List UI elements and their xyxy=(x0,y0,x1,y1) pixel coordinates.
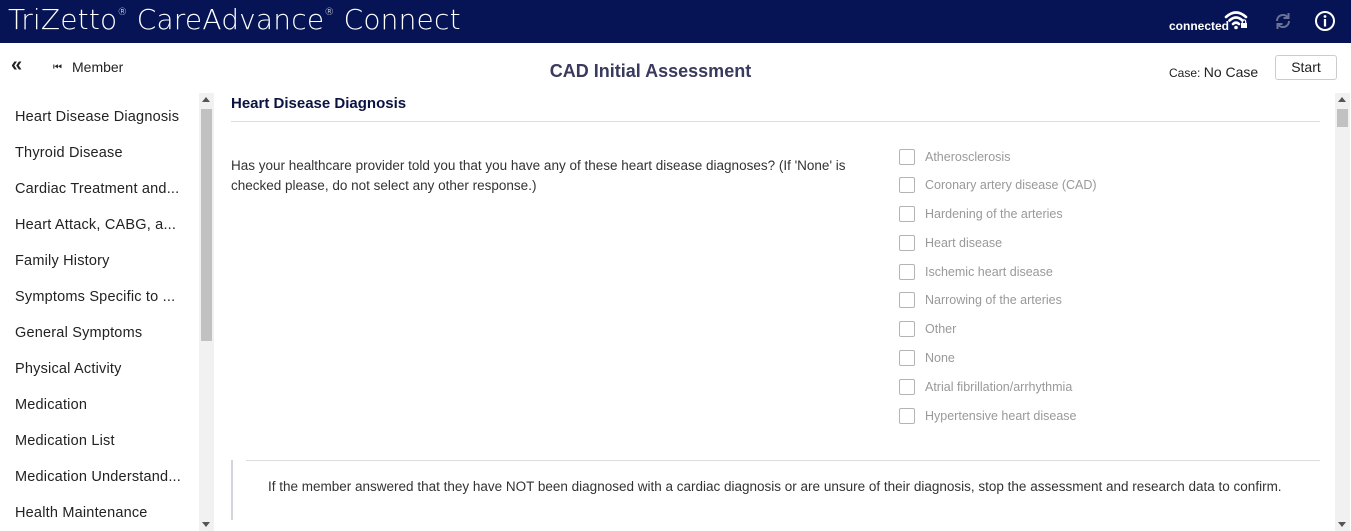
option-none[interactable]: None xyxy=(899,349,955,367)
app-brand: TriZetto® CareAdvance® Connect xyxy=(8,3,461,36)
case-indicator: Case: No Case xyxy=(1169,64,1258,80)
scroll-down-arrow[interactable] xyxy=(1338,522,1346,527)
option-label: Hypertensive heart disease xyxy=(925,409,1077,423)
checkbox[interactable] xyxy=(899,206,915,222)
brand-careadvance: CareAdvance xyxy=(127,3,325,36)
case-prefix: Case: xyxy=(1169,66,1201,80)
sidebar-item-medication[interactable]: Medication xyxy=(15,397,195,413)
checkbox[interactable] xyxy=(899,177,915,193)
case-value: No Case xyxy=(1203,64,1259,80)
checkbox[interactable] xyxy=(899,149,915,165)
option-hypertensive-heart-disease[interactable]: Hypertensive heart disease xyxy=(899,407,1076,425)
option-label: Atherosclerosis xyxy=(925,150,1011,164)
sidebar-item-cardiac-treatment[interactable]: Cardiac Treatment and... xyxy=(15,181,195,197)
option-label: None xyxy=(925,351,955,365)
sidebar-item-thyroid-disease[interactable]: Thyroid Disease xyxy=(15,145,195,161)
option-label: Ischemic heart disease xyxy=(925,265,1053,279)
sync-icon[interactable] xyxy=(1272,10,1294,32)
sidebar-item-heart-disease-diagnosis[interactable]: Heart Disease Diagnosis xyxy=(15,109,195,125)
reg-mark-2: ® xyxy=(324,7,335,18)
option-hardening-of-arteries[interactable]: Hardening of the arteries xyxy=(899,205,1063,223)
sidebar-item-health-maintenance[interactable]: Health Maintenance xyxy=(15,505,195,521)
brand-trizetto: TriZetto xyxy=(8,3,118,36)
option-label: Heart disease xyxy=(925,236,1003,250)
sidebar-item-heart-attack[interactable]: Heart Attack, CABG, a... xyxy=(15,217,195,233)
instruction-note: If the member answered that they have NO… xyxy=(268,479,1282,494)
brand-connect: Connect xyxy=(334,3,461,36)
main-scroll-thumb[interactable] xyxy=(1337,109,1348,127)
option-label: Atrial fibrillation/arrhythmia xyxy=(925,380,1073,394)
sidebar-item-general-symptoms[interactable]: General Symptoms xyxy=(15,325,195,341)
checkbox[interactable] xyxy=(899,408,915,424)
option-ischemic-heart-disease[interactable]: Ischemic heart disease xyxy=(899,263,1053,281)
note-divider xyxy=(246,460,1320,461)
start-button[interactable]: Start xyxy=(1275,55,1337,80)
checkbox[interactable] xyxy=(899,379,915,395)
sidebar-scroll-thumb[interactable] xyxy=(201,109,212,341)
scroll-up-arrow[interactable] xyxy=(1338,97,1346,102)
checkbox[interactable] xyxy=(899,350,915,366)
scroll-down-arrow[interactable] xyxy=(202,522,210,527)
checkbox[interactable] xyxy=(899,264,915,280)
section-heading: Heart Disease Diagnosis xyxy=(231,95,407,112)
option-other[interactable]: Other xyxy=(899,320,956,338)
sidebar-item-medication-understanding[interactable]: Medication Understand... xyxy=(15,469,195,485)
sidebar-item-physical-activity[interactable]: Physical Activity xyxy=(15,361,195,377)
option-narrowing-of-arteries[interactable]: Narrowing of the arteries xyxy=(899,291,1062,309)
info-icon[interactable] xyxy=(1314,10,1336,32)
option-label: Other xyxy=(925,322,957,336)
app-header: TriZetto® CareAdvance® Connect connected xyxy=(0,0,1351,43)
scroll-up-arrow[interactable] xyxy=(202,97,210,102)
page-title: CAD Initial Assessment xyxy=(549,61,752,81)
checkbox[interactable] xyxy=(899,321,915,337)
checkbox[interactable] xyxy=(899,235,915,251)
question-text: Has your healthcare provider told you th… xyxy=(231,158,846,193)
section-divider xyxy=(231,121,1320,122)
checkbox[interactable] xyxy=(899,292,915,308)
option-label: Narrowing of the arteries xyxy=(925,293,1062,307)
sidebar-item-symptoms-specific[interactable]: Symptoms Specific to ... xyxy=(15,289,195,305)
option-label: Hardening of the arteries xyxy=(925,207,1063,221)
wifi-lock-icon[interactable] xyxy=(1224,9,1248,31)
option-atrial-fibrillation[interactable]: Atrial fibrillation/arrhythmia xyxy=(899,378,1072,396)
option-label: Coronary artery disease (CAD) xyxy=(925,178,1097,192)
option-coronary-artery-disease[interactable]: Coronary artery disease (CAD) xyxy=(899,176,1097,194)
connection-status: connected xyxy=(1169,19,1230,33)
reg-mark-1: ® xyxy=(117,7,128,18)
note-accent-bar xyxy=(231,460,233,520)
sidebar-scrollbar[interactable] xyxy=(199,93,214,531)
section-sidebar: Heart Disease Diagnosis Thyroid Disease … xyxy=(0,99,215,531)
option-heart-disease[interactable]: Heart disease xyxy=(899,234,1002,252)
sidebar-item-family-history[interactable]: Family History xyxy=(15,253,195,269)
option-atherosclerosis[interactable]: Atherosclerosis xyxy=(899,148,1010,166)
main-scrollbar[interactable] xyxy=(1335,93,1350,531)
sidebar-item-medication-list[interactable]: Medication List xyxy=(15,433,195,449)
